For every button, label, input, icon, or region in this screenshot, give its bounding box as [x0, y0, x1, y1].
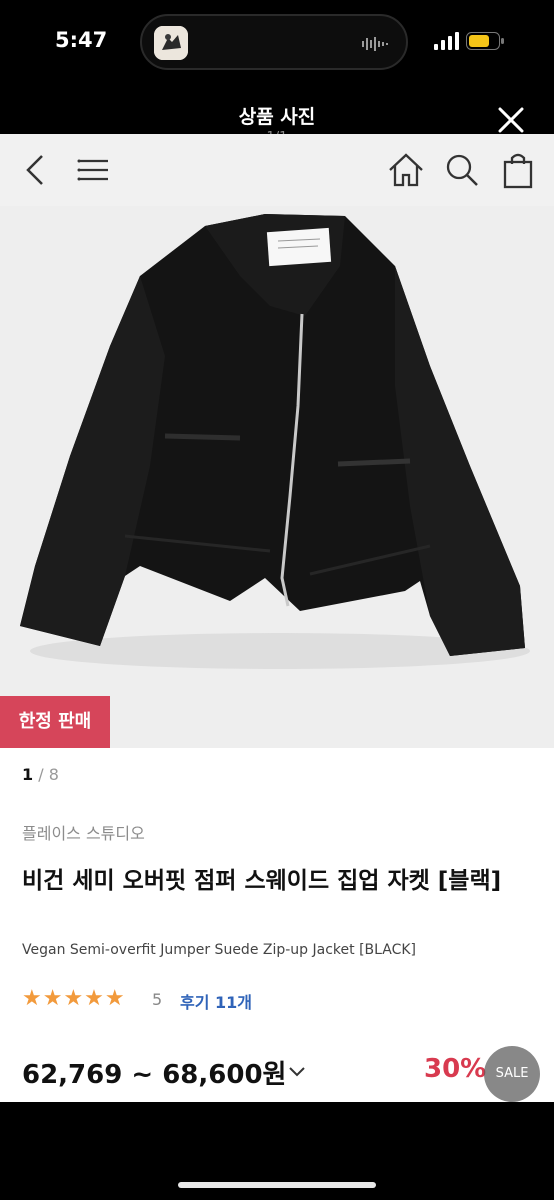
product-image[interactable]	[0, 206, 554, 748]
limited-sale-badge: 한정 판매	[0, 696, 110, 748]
review-count-link[interactable]: 후기 11개	[180, 989, 252, 1013]
top-navigation	[0, 134, 554, 206]
battery-icon	[466, 32, 506, 50]
now-playing-thumbnail[interactable]	[154, 26, 188, 60]
menu-icon[interactable]	[74, 150, 114, 190]
discount-rate: 30%	[424, 1054, 487, 1084]
close-icon[interactable]	[495, 104, 527, 136]
product-subtitle: Vegan Semi-overfit Jumper Suede Zip-up J…	[22, 942, 417, 958]
signal-icon	[434, 32, 460, 50]
pager-total: / 8	[38, 765, 59, 784]
audio-wave-icon	[362, 36, 390, 52]
star-rating-icon: ★★★★★	[22, 986, 126, 1011]
chevron-down-icon[interactable]	[288, 1064, 306, 1078]
brand-name[interactable]: 플레이스 스튜디오	[22, 820, 145, 844]
product-page: 한정 판매 1 / 8 플레이스 스튜디오 비건 세미 오버핏 점퍼 스웨이드 …	[0, 134, 554, 1102]
shopping-bag-icon[interactable]	[498, 150, 538, 190]
pager-current: 1	[22, 765, 34, 784]
status-time: 5:47	[55, 28, 108, 52]
photo-viewer-header: 상품 사진 1/1	[0, 90, 554, 145]
home-icon[interactable]	[386, 150, 426, 190]
sale-button[interactable]: SALE	[484, 1046, 540, 1102]
image-pager: 1 / 8	[22, 765, 59, 784]
viewer-title: 상품 사진	[238, 106, 316, 128]
search-icon[interactable]	[442, 150, 482, 190]
status-bar: 5:47	[0, 0, 554, 90]
dynamic-island[interactable]	[140, 14, 408, 70]
home-indicator[interactable]	[178, 1182, 376, 1188]
product-title: 비건 세미 오버핏 점퍼 스웨이드 집업 자켓 [블랙]	[22, 868, 502, 894]
rating-score: 5	[152, 990, 163, 1009]
back-chevron-icon[interactable]	[16, 150, 56, 190]
price-range: 62,769 ~ 68,600원	[22, 1060, 287, 1090]
